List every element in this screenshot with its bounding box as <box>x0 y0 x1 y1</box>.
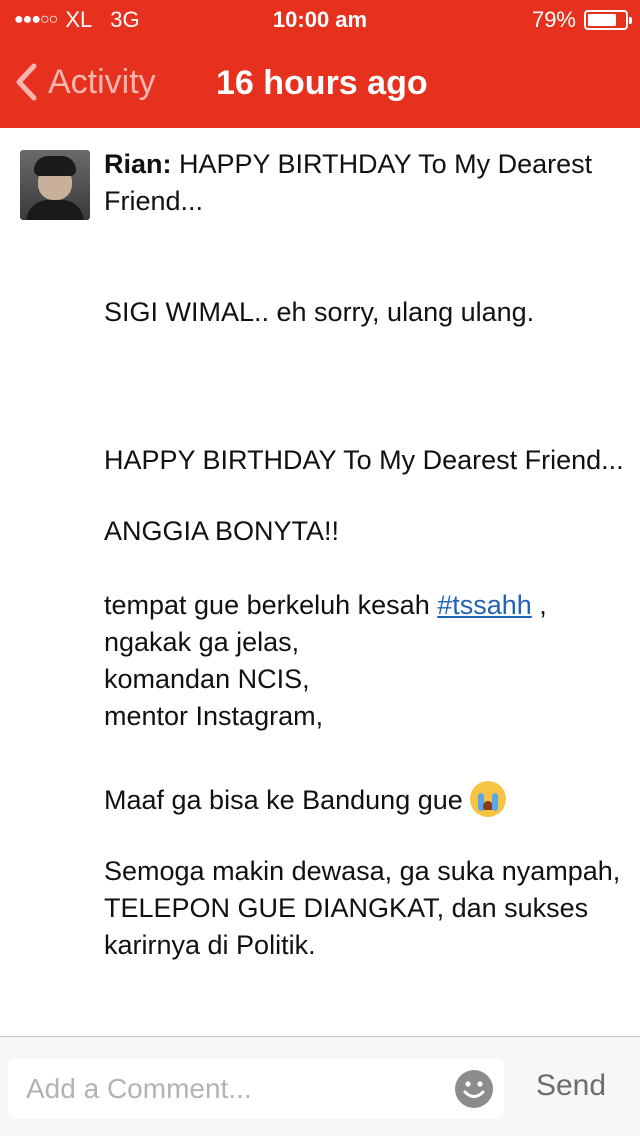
post-line-6: ngakak ga jelas, <box>104 627 300 657</box>
post-text: Rian: HAPPY BIRTHDAY To My Dearest Frien… <box>104 146 624 964</box>
carrier-name: XL <box>65 7 93 32</box>
post-line-10: Semoga makin dewasa, ga suka nyampah, TE… <box>104 856 621 960</box>
post-line-8: mentor Instagram, <box>104 701 324 731</box>
back-chevron-icon <box>16 63 37 101</box>
status-left: ●●●○○ XL 3G <box>14 7 140 33</box>
comment-input[interactable] <box>8 1059 448 1119</box>
post-line-5-text: tempat gue berkeluh kesah <box>104 590 438 620</box>
crying-face-emoji <box>470 781 507 817</box>
battery-nub <box>629 17 632 24</box>
avatar-body <box>26 200 84 220</box>
post-line-9-text: Maaf ga bisa ke Bandung gue <box>104 785 471 815</box>
network-type: 3G <box>110 7 140 32</box>
page-title: 16 hours ago <box>216 64 428 102</box>
battery-percentage: 79% <box>531 7 576 32</box>
comment-composer: Send <box>0 1036 640 1136</box>
post-line-3: HAPPY BIRTHDAY To My Dearest Friend... <box>104 445 624 475</box>
post-line-5: tempat gue berkeluh kesah #tssahh , <box>104 587 624 624</box>
post-author[interactable]: Rian: <box>104 149 172 179</box>
back-button[interactable]: Activity <box>14 62 156 102</box>
post-line-5-end: , <box>531 590 547 620</box>
comment-box <box>8 1059 504 1119</box>
post-line-4: ANGGIA BONYTA!! <box>104 516 340 546</box>
post-content: Rian: HAPPY BIRTHDAY To My Dearest Frien… <box>0 128 640 1036</box>
post-first-line: Rian: HAPPY BIRTHDAY To My Dearest Frien… <box>104 146 624 220</box>
avatar-hair <box>34 156 76 176</box>
send-button[interactable]: Send <box>516 1069 626 1103</box>
post-line-9: Maaf ga bisa ke Bandung gue <box>104 781 624 819</box>
battery-icon <box>584 10 632 30</box>
smiley-face-icon[interactable] <box>454 1069 494 1109</box>
post-line-2: SIGI WIMAL.. eh sorry, ulang ulang. <box>104 297 535 327</box>
navigation-bar: Activity 16 hours ago <box>0 40 640 128</box>
hashtag-link[interactable]: #tssahh <box>437 590 532 620</box>
signal-strength-icon: ●●●○○ <box>14 11 58 28</box>
back-button-label: Activity <box>48 62 156 101</box>
status-right: 79% <box>531 7 632 33</box>
status-bar: ●●●○○ XL 3G 10:00 am 79% <box>0 0 640 40</box>
avatar[interactable] <box>20 150 90 220</box>
post-line-7: komandan NCIS, <box>104 664 310 694</box>
post-line-1: HAPPY BIRTHDAY To My Dearest Friend... <box>104 149 593 216</box>
emoji-mouth <box>483 801 494 810</box>
battery-fill <box>588 14 617 26</box>
